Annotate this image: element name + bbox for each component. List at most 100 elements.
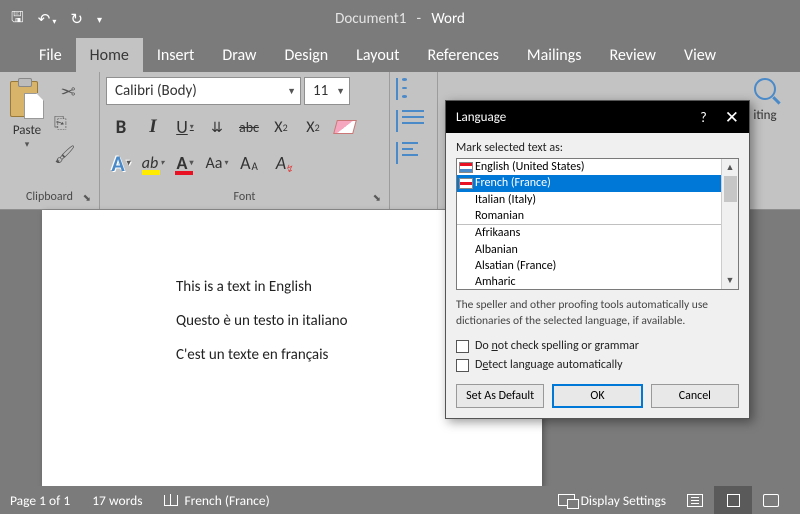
strikethrough-button[interactable]: abc — [234, 113, 264, 141]
scroll-up-icon[interactable]: ▲ — [722, 159, 738, 176]
no-spellcheck-checkbox[interactable]: Do not check spelling or grammar — [456, 339, 739, 353]
highlight-button[interactable]: ab▾ — [138, 149, 168, 177]
checkbox-icon — [456, 359, 469, 372]
align-icon[interactable] — [396, 142, 424, 164]
page-count[interactable]: Page 1 of 1 — [10, 492, 70, 509]
save-icon[interactable]: 🖫 — [11, 7, 24, 32]
double-underline-button[interactable]: ⇊ — [202, 113, 232, 141]
numbering-icon[interactable] — [396, 110, 424, 132]
tab-view[interactable]: View — [670, 38, 730, 72]
grow-font-button[interactable]: AA — [234, 149, 264, 177]
web-layout-icon — [763, 494, 779, 507]
detect-language-checkbox[interactable]: Detect language automatically — [456, 358, 739, 372]
status-bar: Page 1 of 1 17 words French (France) Dis… — [0, 486, 800, 514]
paste-dropdown-icon[interactable]: ▾ — [25, 139, 30, 150]
font-color-button[interactable]: A▾ — [170, 149, 200, 177]
font-name-value: Calibri (Body) — [115, 82, 197, 100]
help-icon[interactable]: ? — [700, 109, 707, 126]
ok-button[interactable]: OK — [552, 384, 642, 408]
language-option[interactable]: French (France) — [457, 175, 738, 191]
language-option[interactable]: Italian (Italy) — [457, 192, 738, 208]
qat-customize-icon[interactable]: ▾ — [97, 13, 102, 26]
set-default-button[interactable]: Set As Default — [456, 384, 544, 408]
read-mode-button[interactable] — [676, 486, 714, 514]
ribbon-tabs: File Home Insert Draw Design Layout Refe… — [0, 38, 800, 72]
language-option[interactable]: English (United States) — [457, 159, 738, 175]
italic-button[interactable]: I — [138, 113, 168, 141]
clipboard-launcher-icon[interactable]: ⬊ — [83, 191, 91, 204]
font-size-value: 11 — [313, 82, 328, 100]
redo-icon[interactable]: ↻ — [70, 10, 83, 29]
paste-button[interactable]: Paste ▾ — [6, 77, 48, 150]
font-size-combo[interactable]: 11 ▼ — [304, 77, 350, 105]
display-settings-icon — [558, 494, 575, 506]
chevron-down-icon: ▼ — [281, 86, 296, 97]
dialog-info: The speller and other proofing tools aut… — [456, 298, 739, 329]
print-layout-icon — [727, 494, 740, 507]
bold-button[interactable]: B — [106, 113, 136, 141]
close-icon[interactable]: ✕ — [725, 107, 739, 128]
clear-formatting-button[interactable] — [330, 113, 360, 141]
paragraph-group — [390, 72, 438, 209]
quick-access-toolbar: 🖫 ↶▾ ↻ ▾ — [11, 7, 102, 32]
clipboard-group-label: Clipboard ⬊ — [6, 187, 93, 209]
language-option[interactable]: Romanian — [457, 208, 738, 224]
tab-review[interactable]: Review — [595, 38, 670, 72]
dialog-titlebar[interactable]: Language ? ✕ — [446, 101, 749, 133]
print-layout-button[interactable] — [714, 486, 752, 514]
paste-label: Paste — [13, 123, 41, 138]
language-dialog: Language ? ✕ Mark selected text as: Engl… — [445, 100, 750, 419]
copy-icon[interactable]: ⎘ — [54, 114, 76, 133]
clear-all-button[interactable]: A↯ — [266, 149, 296, 177]
tab-draw[interactable]: Draw — [208, 38, 270, 72]
font-launcher-icon[interactable]: ⬊ — [373, 191, 381, 204]
tab-mailings[interactable]: Mailings — [513, 38, 596, 72]
read-mode-icon — [687, 494, 703, 507]
font-name-combo[interactable]: Calibri (Body) ▼ — [106, 77, 301, 105]
bullets-icon[interactable] — [396, 78, 424, 100]
language-option[interactable]: Amharic — [457, 274, 738, 290]
language-option[interactable]: Alsatian (France) — [457, 258, 738, 274]
undo-icon[interactable]: ↶▾ — [38, 10, 57, 29]
paste-icon — [10, 79, 44, 119]
app-name: Word — [431, 10, 465, 28]
dialog-title: Language — [456, 110, 506, 125]
scrollbar[interactable]: ▲ ▼ — [721, 159, 738, 289]
find-icon[interactable] — [754, 78, 776, 100]
tab-file[interactable]: File — [25, 38, 76, 72]
change-case-button[interactable]: Aa▾ — [202, 149, 232, 177]
mark-label: Mark selected text as: — [456, 141, 739, 155]
subscript-button[interactable]: X2 — [266, 113, 296, 141]
font-group: Calibri (Body) ▼ 11 ▼ B I U▾ ⇊ abc X2 X2… — [100, 72, 390, 209]
document-name: Document1 — [335, 10, 406, 28]
word-count[interactable]: 17 words — [92, 492, 142, 509]
display-settings-button[interactable]: Display Settings — [558, 492, 666, 509]
checkbox-icon — [456, 340, 469, 353]
superscript-button[interactable]: X2 — [298, 113, 328, 141]
cancel-button[interactable]: Cancel — [651, 384, 739, 408]
cut-icon[interactable]: ✂ — [54, 81, 76, 103]
tab-insert[interactable]: Insert — [143, 38, 209, 72]
title-bar: 🖫 ↶▾ ↻ ▾ Document1 - Word — [0, 0, 800, 38]
web-layout-button[interactable] — [752, 486, 790, 514]
language-option[interactable]: Albanian — [457, 241, 738, 257]
text-effects-button[interactable]: A▾ — [106, 149, 136, 177]
clipboard-group: Paste ▾ ✂ ⎘ 🖌 Clipboard ⬊ — [0, 72, 100, 209]
language-status[interactable]: French (France) — [164, 492, 269, 509]
language-icon — [164, 495, 178, 506]
tab-layout[interactable]: Layout — [342, 38, 413, 72]
scroll-thumb[interactable] — [724, 176, 737, 202]
format-painter-icon[interactable]: 🖌 — [54, 144, 76, 165]
tab-design[interactable]: Design — [271, 38, 343, 72]
editing-label: iting — [753, 108, 776, 123]
underline-button[interactable]: U▾ — [170, 113, 200, 141]
language-list[interactable]: English (United States)French (France)It… — [456, 158, 739, 290]
eraser-icon — [333, 120, 357, 134]
language-option[interactable]: Afrikaans — [457, 225, 738, 241]
tab-references[interactable]: References — [414, 38, 513, 72]
font-group-label: Font ⬊ — [106, 187, 383, 209]
scroll-down-icon[interactable]: ▼ — [722, 272, 738, 289]
window-title: Document1 - Word — [0, 10, 800, 28]
chevron-down-icon: ▼ — [330, 86, 345, 97]
tab-home[interactable]: Home — [76, 38, 143, 72]
